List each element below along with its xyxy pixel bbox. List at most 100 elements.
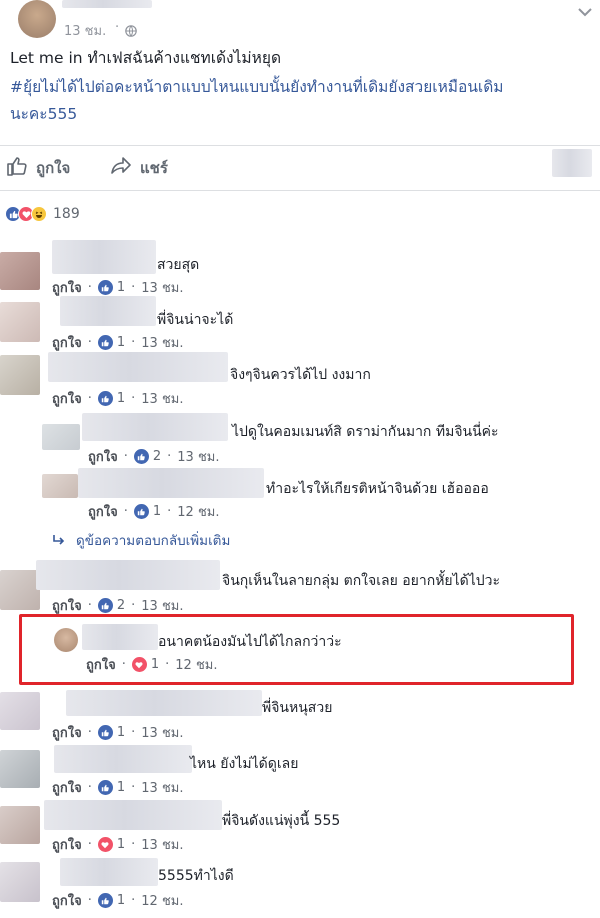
reaction-summary[interactable]: 189	[5, 206, 80, 222]
comment-like-link[interactable]: ถูกใจ	[88, 446, 118, 467]
comment-like-link[interactable]: ถูกใจ	[52, 722, 82, 743]
comment-avatar[interactable]	[0, 750, 40, 788]
share-button[interactable]: แชร์	[110, 156, 168, 180]
like-reaction-icon[interactable]	[97, 893, 113, 908]
comment-like-link[interactable]: ถูกใจ	[52, 890, 82, 911]
dot-separator: ·	[131, 725, 136, 740]
commenter-name-blurred[interactable]	[66, 690, 262, 716]
commenter-name-blurred[interactable]	[78, 468, 264, 498]
comment-timestamp[interactable]: 13 ชม.	[141, 332, 183, 353]
comment-meta: ถูกใจ · 1 · 13 ชม.	[52, 834, 183, 855]
comment-like-link[interactable]: ถูกใจ	[52, 834, 82, 855]
dot-separator: ·	[87, 280, 92, 295]
post-text-line1: Let me in ทำเฟสฉันค้างแชทเด้งไม่หยุด	[10, 49, 282, 67]
dot-separator: ·	[131, 893, 136, 908]
dot-separator: ·	[131, 837, 136, 852]
comment-timestamp[interactable]: 13 ชม.	[141, 277, 183, 298]
comment-text: พี่จินดังแน่พุ่งนี้ 555	[222, 813, 341, 829]
comment-avatar[interactable]	[0, 806, 40, 844]
poster-avatar[interactable]	[18, 0, 56, 38]
comment-reaction-count: 1	[116, 280, 126, 295]
like-reaction-icon[interactable]	[97, 598, 113, 613]
commenter-name-blurred[interactable]	[82, 413, 228, 441]
comment-avatar[interactable]	[0, 252, 40, 290]
comment-timestamp[interactable]: 12 ชม.	[175, 654, 217, 675]
dot-separator: ·	[87, 780, 92, 795]
comment-timestamp[interactable]: 12 ชม.	[141, 890, 183, 911]
reply-avatar[interactable]	[42, 474, 78, 498]
comment-like-link[interactable]: ถูกใจ	[52, 277, 82, 298]
commenter-name-blurred[interactable]	[36, 560, 220, 590]
dot-separator: ·	[123, 504, 128, 519]
comment-text: จิงๆจินควรได้ไป งงมาก	[230, 367, 371, 383]
comment-avatar[interactable]	[0, 570, 40, 610]
commenter-name-blurred[interactable]	[54, 745, 192, 773]
reply-meta: ถูกใจ · 1 · 12 ชม.	[86, 654, 217, 675]
comment-avatar[interactable]	[0, 692, 40, 730]
comment-avatar[interactable]	[0, 355, 40, 395]
comment-like-link[interactable]: ถูกใจ	[52, 777, 82, 798]
reply-avatar[interactable]	[42, 424, 80, 450]
love-reaction-icon[interactable]	[97, 837, 113, 852]
comment-avatar[interactable]	[0, 302, 40, 342]
comment-reaction-count: 1	[116, 335, 126, 350]
comment-reaction-count: 1	[116, 893, 126, 908]
dot-separator: ·	[87, 837, 92, 852]
comment-like-link[interactable]: ถูกใจ	[88, 501, 118, 522]
divider	[0, 145, 600, 146]
comment-avatar[interactable]	[0, 862, 40, 902]
divider	[0, 190, 600, 191]
commenter-name-blurred[interactable]	[52, 240, 156, 274]
comment-like-link[interactable]: ถูกใจ	[52, 332, 82, 353]
commenter-name-blurred[interactable]	[60, 858, 158, 886]
post-hashtag-line[interactable]: #ยุ้ยไม่ได้ไปต่อคะหน้าตาแบบไหนแบบนั้นยัง…	[10, 74, 504, 101]
like-reaction-icon[interactable]	[133, 449, 149, 464]
like-reaction-icon[interactable]	[133, 504, 149, 519]
reply-text: อนาคตน้องมันไปได้ไกลกว่าว่ะ	[158, 634, 342, 650]
comment-timestamp[interactable]: 13 ชม.	[141, 777, 183, 798]
comment-timestamp[interactable]: 13 ชม.	[177, 446, 219, 467]
globe-icon[interactable]	[125, 22, 137, 41]
comment-reaction-count: 1	[116, 725, 126, 740]
reply-meta: ถูกใจ · 2 · 13 ชม.	[88, 446, 219, 467]
like-reaction-icon[interactable]	[97, 725, 113, 740]
commenter-name-blurred[interactable]	[60, 296, 156, 326]
dot-separator: ·	[131, 598, 136, 613]
view-more-replies-link[interactable]: ดูข้อความตอบกลับเพิ่มเติม	[52, 529, 230, 551]
comment-timestamp[interactable]: 13 ชม.	[141, 595, 183, 616]
like-button-label: ถูกใจ	[36, 159, 71, 177]
poster-name-blurred[interactable]	[62, 0, 152, 8]
view-more-replies-label: ดูข้อความตอบกลับเพิ่มเติม	[76, 533, 231, 549]
commenter-name-blurred[interactable]	[44, 800, 222, 830]
chevron-down-icon[interactable]	[578, 2, 592, 21]
comment-timestamp[interactable]: 13 ชม.	[141, 388, 183, 409]
comment-like-link[interactable]: ถูกใจ	[86, 654, 116, 675]
post-hashtag-line-cont[interactable]: นะคะ555	[10, 101, 77, 128]
dot-separator: ·	[165, 657, 170, 672]
comment-like-link[interactable]: ถูกใจ	[52, 388, 82, 409]
comment-like-link[interactable]: ถูกใจ	[52, 595, 82, 616]
dot-separator: ·	[87, 598, 92, 613]
like-reaction-icon[interactable]	[97, 391, 113, 406]
love-reaction-icon[interactable]	[131, 657, 147, 672]
dot-separator: ·	[131, 391, 136, 406]
comment-timestamp[interactable]: 13 ชม.	[141, 834, 183, 855]
comment-timestamp[interactable]: 12 ชม.	[177, 501, 219, 522]
like-button[interactable]: ถูกใจ	[6, 156, 70, 180]
comment-timestamp[interactable]: 13 ชม.	[141, 722, 183, 743]
like-reaction-icon[interactable]	[97, 280, 113, 295]
like-reaction-icon[interactable]	[97, 780, 113, 795]
comment-meta: ถูกใจ · 1 · 12 ชม.	[52, 890, 183, 911]
commenter-selector-blurred[interactable]	[552, 149, 592, 177]
comment-meta: ถูกใจ · 1 · 13 ชม.	[52, 332, 183, 353]
commenter-name-blurred[interactable]	[82, 624, 158, 650]
haha-reaction-icon	[31, 206, 47, 222]
comment-text: จินกุเห็นในลายกลุ่ม ตกใจเลย อยากหั้ยได้ไ…	[222, 573, 501, 589]
comment-text: พี่จินหนุสวย	[262, 700, 333, 716]
dot-separator: ·	[87, 893, 92, 908]
post-timestamp[interactable]: 13 ชม.	[64, 20, 106, 41]
reply-avatar[interactable]	[54, 628, 78, 652]
like-reaction-icon[interactable]	[97, 335, 113, 350]
dot-separator: ·	[87, 725, 92, 740]
commenter-name-blurred[interactable]	[48, 352, 228, 382]
